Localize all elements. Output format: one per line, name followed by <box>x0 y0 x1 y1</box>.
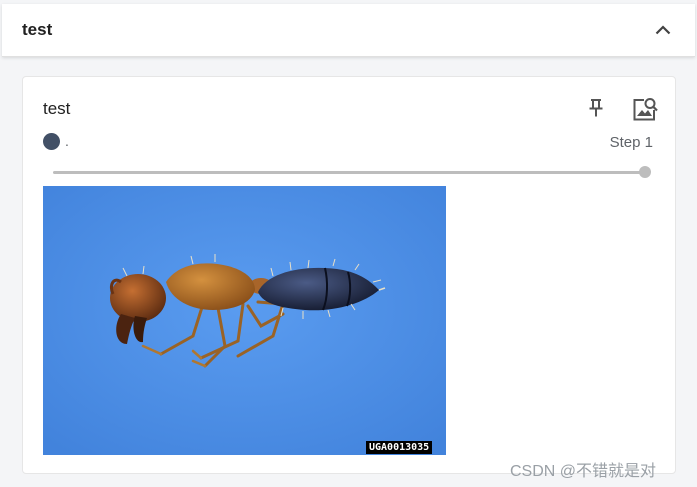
group-title: test <box>22 20 53 39</box>
watermark: CSDN @不错就是对 <box>510 463 657 480</box>
image-search-icon[interactable] <box>631 95 659 123</box>
step-slider-thumb[interactable] <box>639 166 651 178</box>
card-title: test <box>43 99 71 118</box>
step-slider[interactable] <box>53 171 645 174</box>
chevron-up-icon[interactable] <box>651 18 675 42</box>
run-color-dot <box>43 133 60 150</box>
ant-specimen-image: UGA0013035 <box>43 186 446 455</box>
pin-icon[interactable] <box>585 97 607 119</box>
group-header: test <box>2 4 695 57</box>
image-card: test . Step 1 UGA0013035 <box>22 76 676 474</box>
image-caption: UGA0013035 <box>366 441 433 454</box>
step-label: Step 1 <box>609 134 653 151</box>
run-name: . <box>65 133 69 149</box>
